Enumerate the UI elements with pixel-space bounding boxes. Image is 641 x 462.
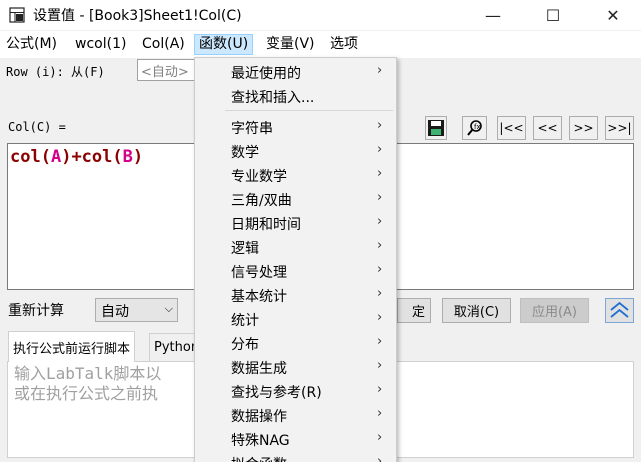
chevron-down-icon: ⌵ [164,302,173,315]
minimize-icon: — [485,5,501,25]
ok-button[interactable]: 定 [397,298,431,323]
menu-wcol[interactable]: wcol(1) [71,34,130,55]
submenu-arrow-icon: › [377,166,383,181]
menu-item-label: 基本统计 [231,289,287,305]
previous-row-button[interactable]: << [533,116,562,140]
menu-item-recent[interactable]: 最近使用的 › [195,60,396,84]
close-button[interactable]: ✕ [590,0,636,30]
find-icon: fx [466,120,482,136]
submenu-arrow-icon: › [377,190,383,205]
cancel-button[interactable]: 取消(C) [442,298,511,323]
menu-item-find-insert[interactable]: 查找和插入... [195,84,396,108]
cancel-button-label: 取消(C) [453,305,500,320]
tab-before-formula-script[interactable]: 执行公式前运行脚本 [8,331,136,362]
menu-separator [225,110,393,111]
submenu-arrow-icon: › [377,262,383,277]
menu-formula[interactable]: 公式(M) [2,34,61,55]
recalculate-value: 自动 [101,304,129,320]
submenu-arrow-icon: › [377,214,383,229]
save-button[interactable] [425,116,447,140]
row-from-combo[interactable]: <自动> [137,59,197,81]
save-icon [428,120,444,136]
recalculate-label: 重新计算 [8,303,64,319]
menu-options[interactable]: 选项 [326,34,362,55]
menu-item-special-nag[interactable]: 特殊NAG › [195,427,396,451]
set-values-app-icon [9,7,25,23]
formula-operator: )+col( [61,147,123,167]
recalculate-select[interactable]: 自动 ⌵ [95,298,178,322]
menu-functions[interactable]: 函数(U) [194,34,254,55]
submenu-arrow-icon: › [377,310,383,325]
menu-item-label: 查找与参考(R) [231,385,322,401]
functions-dropdown-menu: 最近使用的 › 查找和插入... 字符串 › 数学 › 专业数学 › 三角/双曲 › 日期… [194,57,397,462]
svg-text:fx: fx [474,123,481,131]
column-formula-label: Col(C) = [8,120,66,134]
menu-item-lookup[interactable]: 查找与参考(R) › [195,379,396,403]
apply-button[interactable]: 应用(A) [520,298,589,323]
close-icon: ✕ [606,5,620,25]
menu-variables[interactable]: 变量(V) [262,34,319,55]
menu-item-label: 特殊NAG [231,433,290,449]
menu-item-label: 最近使用的 [231,66,301,82]
submenu-arrow-icon: › [377,454,383,462]
title-bar: 设置值 - [Book3]Sheet1!Col(C) — ☐ ✕ [0,0,641,30]
submenu-arrow-icon: › [377,142,383,157]
menu-item-data-manipulation[interactable]: 数据操作 › [195,403,396,427]
menu-item-signal[interactable]: 信号处理 › [195,259,396,283]
submenu-arrow-icon: › [377,406,383,421]
menu-item-special-math[interactable]: 专业数学 › [195,163,396,187]
menu-item-logic[interactable]: 逻辑 › [195,235,396,259]
submenu-arrow-icon: › [377,238,383,253]
menu-item-label: 信号处理 [231,265,287,281]
menu-item-datetime[interactable]: 日期和时间 › [195,211,396,235]
window-title: 设置值 - [Book3]Sheet1!Col(C) [33,8,242,24]
first-row-button[interactable]: |<< [497,116,526,140]
row-range-label: Row (i): 从(F) [6,65,105,79]
menu-item-label: 三角/双曲 [231,193,292,209]
minimize-button[interactable]: — [470,0,516,30]
maximize-button[interactable]: ☐ [530,0,576,30]
next-row-button[interactable]: >> [569,116,598,140]
menu-item-math[interactable]: 数学 › [195,139,396,163]
menu-item-data-generation[interactable]: 数据生成 › [195,355,396,379]
last-row-button[interactable]: >>| [605,116,634,140]
submenu-arrow-icon: › [377,63,383,78]
submenu-arrow-icon: › [377,118,383,133]
menu-item-label: 统计 [231,313,259,329]
menu-bar: 公式(M) wcol(1) Col(A) 函数(U) 变量(V) 选项 [0,31,641,58]
menu-item-string[interactable]: 字符串 › [195,115,396,139]
submenu-arrow-icon: › [377,286,383,301]
apply-button-label: 应用(A) [531,305,578,320]
maximize-icon: ☐ [545,5,561,25]
menu-col[interactable]: Col(A) [138,34,189,55]
menu-item-fitting-functions[interactable]: 拟合函数 › [195,451,396,462]
formula-argument-b: B [122,147,133,167]
ok-button-label: 定 [411,305,425,320]
menu-item-label: 日期和时间 [231,217,301,233]
formula-function: col( [10,147,51,167]
menu-item-label: 专业数学 [231,169,287,185]
menu-item-label: 字符串 [231,121,273,137]
collapse-button[interactable] [605,298,634,323]
menu-item-label: 逻辑 [231,241,259,257]
chevron-double-up-icon [610,301,629,318]
submenu-arrow-icon: › [377,358,383,373]
menu-item-trig[interactable]: 三角/双曲 › [195,187,396,211]
menu-item-label: 分布 [231,337,259,353]
menu-item-distribution[interactable]: 分布 › [195,331,396,355]
submenu-arrow-icon: › [377,382,383,397]
submenu-arrow-icon: › [377,430,383,445]
submenu-arrow-icon: › [377,334,383,349]
menu-item-label: 数学 [231,145,259,161]
menu-item-basic-stats[interactable]: 基本统计 › [195,283,396,307]
menu-item-label: 拟合函数 [231,454,287,462]
menu-item-stats[interactable]: 统计 › [195,307,396,331]
menu-item-label: 查找和插入... [231,90,315,106]
formula-argument-a: A [50,147,62,167]
formula-close: ) [132,147,144,167]
menu-item-label: 数据生成 [231,361,287,377]
find-button[interactable]: fx [462,116,487,140]
menu-item-label: 数据操作 [231,409,287,425]
